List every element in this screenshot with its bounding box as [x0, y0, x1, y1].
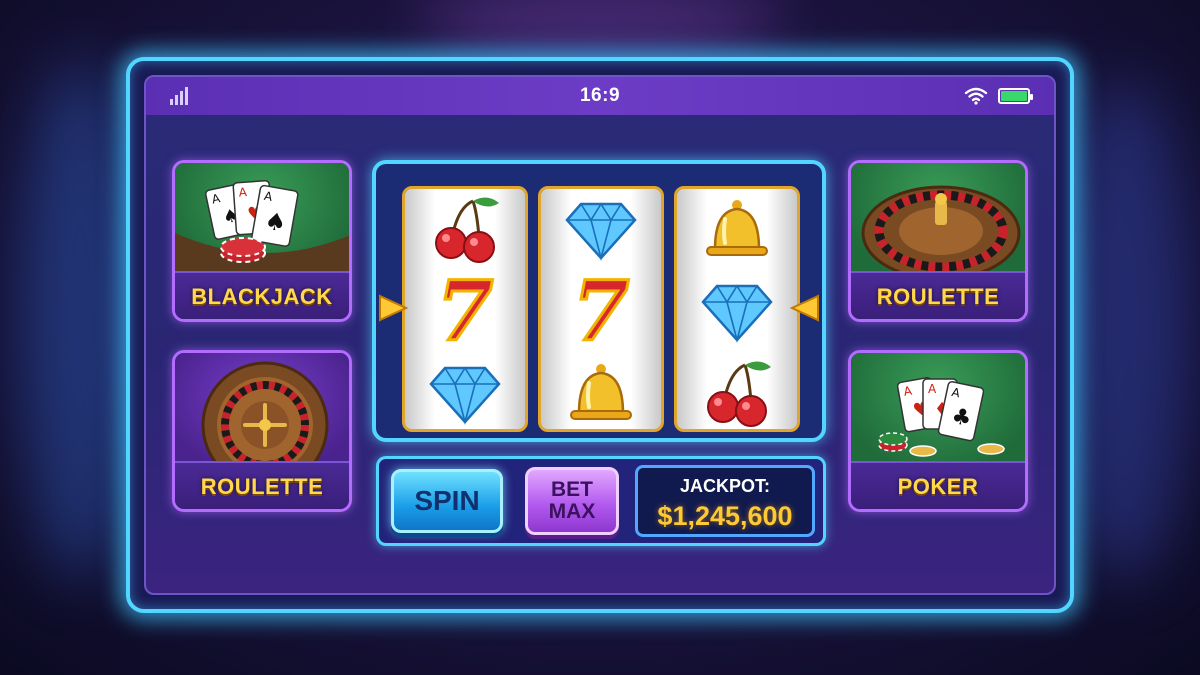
svg-text:A: A	[928, 382, 937, 396]
playing-cards-chips-icon: A ♠ A ♥ A ♠	[175, 163, 349, 275]
wifi-icon	[964, 87, 988, 105]
battery-icon	[998, 88, 1033, 104]
game-tile-label: BLACKJACK	[175, 271, 349, 319]
game-tile-label: ROULETTE	[851, 271, 1025, 319]
jackpot-display: JACKPOT: $1,245,600	[635, 465, 815, 537]
diamond-icon	[677, 271, 797, 353]
signal-bars-icon	[170, 87, 188, 105]
roulette-wheel-icon	[851, 163, 1025, 281]
seven-symbol: 7	[571, 264, 631, 360]
bell-icon	[677, 189, 797, 271]
jackpot-label: JACKPOT:	[679, 476, 770, 496]
diamond-icon	[405, 353, 525, 429]
diamond-icon	[541, 189, 661, 271]
cherry-icon	[405, 189, 525, 271]
bet-max-label-line1: BET	[551, 478, 593, 501]
jackpot-value: $1,245,600	[657, 501, 793, 531]
payline-arrow-left-icon	[379, 294, 409, 322]
roulette-wheel-icon	[175, 353, 349, 489]
slot-reel-3	[674, 186, 800, 432]
game-tile-blackjack[interactable]: A ♠ A ♥ A ♠ BLACKJACK	[172, 160, 352, 322]
payline-arrow-right-icon	[789, 294, 819, 322]
screen-title: 16:9	[579, 85, 621, 106]
game-tile-poker[interactable]: A ♥ A ♦ A ♣ POKER	[848, 350, 1028, 512]
playing-cards-chips-icon: A ♥ A ♦ A ♣	[851, 353, 1025, 465]
seven-symbol: 7	[435, 264, 495, 360]
game-tile-label: ROULETTE	[175, 461, 349, 509]
bet-max-label-line2: MAX	[548, 500, 596, 523]
bell-icon	[541, 353, 661, 429]
bet-max-button[interactable]: BET MAX	[525, 467, 619, 535]
game-tile-roulette-left[interactable]: ROULETTE	[172, 350, 352, 512]
slot-reel-1: 7	[402, 186, 528, 432]
status-bar: 16:9	[146, 77, 1054, 115]
controls-panel: SPIN BET MAX JACKPOT: $1,245,600	[376, 456, 826, 546]
game-tile-roulette-right[interactable]: ROULETTE	[848, 160, 1028, 322]
game-tile-label: POKER	[851, 461, 1025, 509]
cherry-icon	[677, 353, 797, 429]
slot-reel-panel: 7 7	[372, 160, 826, 442]
slot-reel-2: 7	[538, 186, 664, 432]
spin-button[interactable]: SPIN	[391, 469, 503, 533]
